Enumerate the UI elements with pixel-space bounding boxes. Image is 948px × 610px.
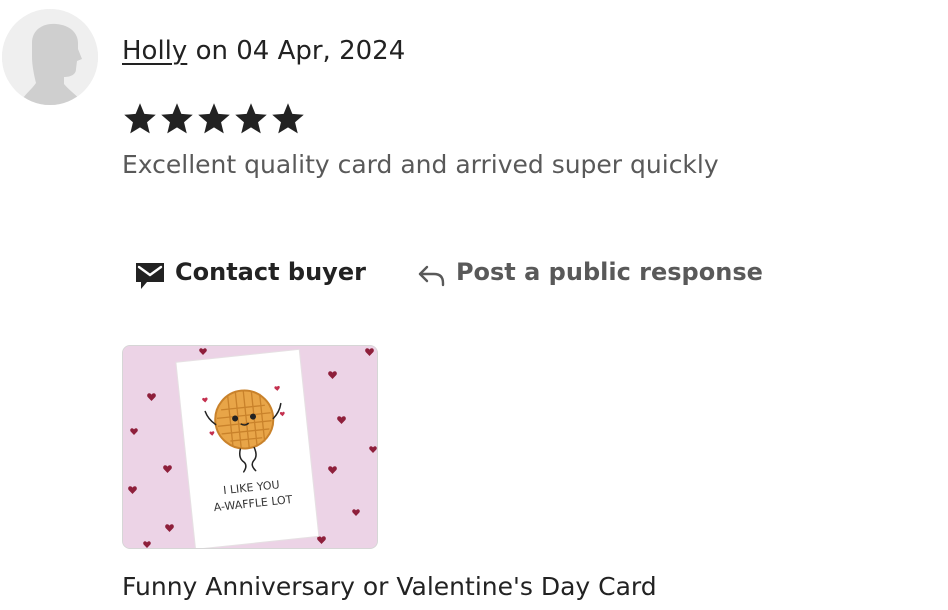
product-thumbnail[interactable]: I LIKE YOU A-WAFFLE LOT <box>122 345 378 549</box>
star-icon <box>235 103 267 134</box>
post-public-response-button[interactable]: Post a public response <box>416 256 763 288</box>
envelope-icon <box>134 261 166 291</box>
contact-buyer-button[interactable]: Contact buyer <box>134 253 366 291</box>
star-icon <box>124 103 156 134</box>
default-avatar-silhouette-icon <box>2 9 98 105</box>
star-icon <box>161 103 193 134</box>
post-public-response-label: Post a public response <box>455 258 763 286</box>
date-prefix: on <box>195 36 228 66</box>
star-rating <box>122 101 306 137</box>
avatar[interactable] <box>2 9 98 105</box>
reply-arrow-icon <box>416 262 446 288</box>
review-meta: Holly on 04 Apr, 2024 <box>122 34 405 68</box>
reviewer-name-link[interactable]: Holly <box>122 36 187 66</box>
waffle-card-image: I LIKE YOU A-WAFFLE LOT <box>123 346 377 548</box>
star-icon <box>198 103 230 134</box>
product-title-link[interactable]: Funny Anniversary or Valentine's Day Car… <box>122 570 657 604</box>
contact-buyer-label: Contact buyer <box>175 258 366 286</box>
review-item: Holly on 04 Apr, 2024 Excellent quality … <box>0 0 948 610</box>
review-date: 04 Apr, 2024 <box>236 36 406 66</box>
star-icon <box>272 103 304 134</box>
review-text: Excellent quality card and arrived super… <box>122 150 719 179</box>
review-actions: Contact buyer Post a public response <box>134 252 763 292</box>
